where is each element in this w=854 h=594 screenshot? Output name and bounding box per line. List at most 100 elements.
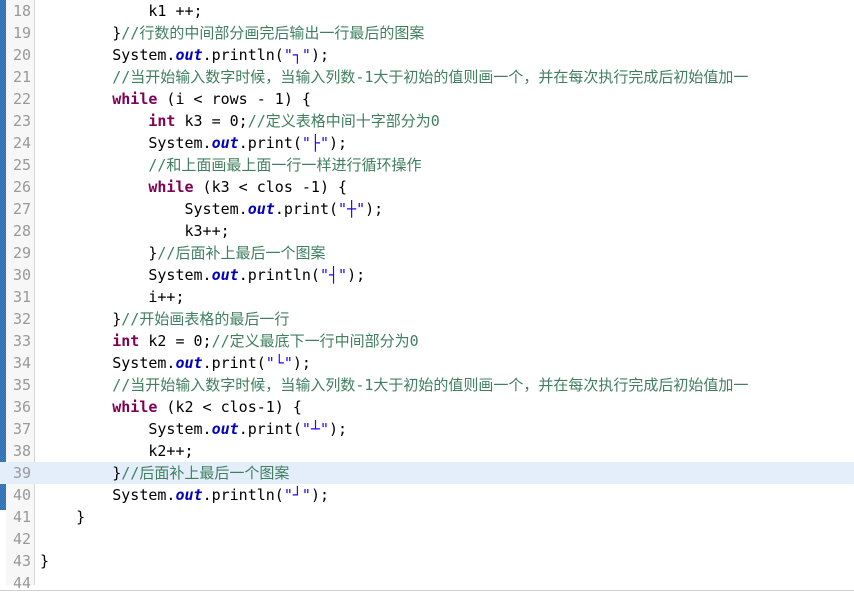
token-cmt: //定义最底下一行中间部分为0 [212,332,419,350]
line-number[interactable]: 18 [6,0,31,22]
code-line-text[interactable]: System.out.print("┴"); [40,418,347,440]
line-number[interactable]: 41 [6,506,31,528]
code-line-text[interactable]: k2++; [40,440,194,462]
code-line[interactable]: 26 while (k3 < clos -1) { [0,176,854,198]
code-line-text[interactable]: System.out.println("┐"); [40,44,329,66]
line-number[interactable]: 37 [6,418,31,440]
token-fld: out [212,134,239,152]
token-pln: (i < rows - 1) { [157,90,311,108]
code-line-text[interactable]: System.out.println("┤"); [40,264,365,286]
code-line[interactable]: 29 }//后面补上最后一个图案 [0,242,854,264]
code-line[interactable]: 34 System.out.print("└"); [0,352,854,374]
token-pln: System. [40,486,175,504]
code-line-text[interactable]: System.out.print("└"); [40,352,311,374]
code-line[interactable]: 20 System.out.println("┐"); [0,44,854,66]
token-pln: } [40,508,85,526]
code-line[interactable]: 21 //当开始输入数字时候，当输入列数-1大于初始的值则画一个，并在每次执行完… [0,66,854,88]
code-line[interactable]: 18 k1 ++; [0,0,854,22]
line-number[interactable]: 29 [6,242,31,264]
line-number[interactable]: 25 [6,154,31,176]
token-pln [40,90,112,108]
code-line-text[interactable]: }//行数的中间部分画完后输出一行最后的图案 [40,22,424,44]
code-line-text[interactable]: //和上面画最上面一行一样进行循环操作 [40,154,421,176]
token-fld: out [212,420,239,438]
code-line[interactable]: 23 int k3 = 0;//定义表格中间十字部分为0 [0,110,854,132]
code-line-text[interactable]: i++; [40,286,185,308]
code-line-text[interactable]: }//开始画表格的最后一行 [40,308,289,330]
code-line[interactable]: 22 while (i < rows - 1) { [0,88,854,110]
code-line[interactable]: 41 } [0,506,854,528]
code-line[interactable]: 27 System.out.print("┼"); [0,198,854,220]
code-lines-container[interactable]: 18 k1 ++;19 }//行数的中间部分画完后输出一行最后的图案20 Sys… [0,0,854,594]
line-number[interactable]: 43 [6,550,31,572]
code-line-text[interactable]: }//后面补上最后一个图案 [40,242,325,264]
line-number[interactable]: 28 [6,220,31,242]
token-pln: k3++; [40,222,230,240]
line-number[interactable]: 31 [6,286,31,308]
token-str: "┼" [338,200,365,218]
code-line[interactable]: 37 System.out.print("┴"); [0,418,854,440]
line-number[interactable]: 32 [6,308,31,330]
code-line-text[interactable]: System.out.println("┘"); [40,484,329,506]
line-number[interactable]: 40 [6,484,31,506]
token-pln: ); [329,134,347,152]
token-pln [40,398,112,416]
code-line[interactable]: 28 k3++; [0,220,854,242]
code-line-text[interactable]: //当开始输入数字时候，当输入列数-1大于初始的值则画一个，并在每次执行完成后初… [40,66,748,88]
line-number[interactable]: 36 [6,396,31,418]
line-number[interactable]: 26 [6,176,31,198]
token-cmt: //行数的中间部分画完后输出一行最后的图案 [121,24,424,42]
token-pln: } [40,552,49,570]
token-str: "┐" [284,46,311,64]
token-pln: .println( [203,46,284,64]
line-number[interactable]: 24 [6,132,31,154]
line-number[interactable]: 22 [6,88,31,110]
line-number[interactable]: 35 [6,374,31,396]
code-line[interactable]: 38 k2++; [0,440,854,462]
code-line[interactable]: 40 System.out.println("┘"); [0,484,854,506]
code-line-text[interactable]: System.out.print("├"); [40,132,347,154]
code-line-text[interactable]: } [40,506,85,528]
code-line-text[interactable]: }//后面补上最后一个图案 [40,462,289,484]
code-line[interactable]: 24 System.out.print("├"); [0,132,854,154]
line-number[interactable]: 30 [6,264,31,286]
line-number[interactable]: 42 [6,528,31,550]
code-line[interactable]: 43} [0,550,854,572]
code-line-text[interactable]: k1 ++; [40,0,203,22]
line-number[interactable]: 33 [6,330,31,352]
code-line-text[interactable]: k3++; [40,220,230,242]
line-number[interactable]: 34 [6,352,31,374]
line-number[interactable]: 23 [6,110,31,132]
code-line[interactable]: 39 }//后面补上最后一个图案 [0,462,854,484]
code-line[interactable]: 42 [0,528,854,550]
token-str: "├" [302,134,329,152]
code-line[interactable]: 25 //和上面画最上面一行一样进行循环操作 [0,154,854,176]
token-fld: out [248,200,275,218]
line-number[interactable]: 39 [6,462,31,484]
code-line[interactable]: 32 }//开始画表格的最后一行 [0,308,854,330]
line-number[interactable]: 20 [6,44,31,66]
code-line-text[interactable]: int k2 = 0;//定义最底下一行中间部分为0 [40,330,419,352]
line-number[interactable]: 19 [6,22,31,44]
code-line-text[interactable]: while (k3 < clos -1) { [40,176,347,198]
code-editor[interactable]: 18 k1 ++;19 }//行数的中间部分画完后输出一行最后的图案20 Sys… [0,0,854,591]
line-number[interactable]: 27 [6,198,31,220]
code-line[interactable]: 31 i++; [0,286,854,308]
code-line[interactable]: 36 while (k2 < clos-1) { [0,396,854,418]
line-number[interactable]: 38 [6,440,31,462]
code-line-text[interactable]: while (i < rows - 1) { [40,88,311,110]
code-line-text[interactable]: System.out.print("┼"); [40,198,383,220]
code-line[interactable]: 19 }//行数的中间部分画完后输出一行最后的图案 [0,22,854,44]
token-pln [40,112,148,130]
code-line[interactable]: 33 int k2 = 0;//定义最底下一行中间部分为0 [0,330,854,352]
line-number[interactable]: 21 [6,66,31,88]
code-line-text[interactable]: //当开始输入数字时候，当输入列数-1大于初始的值则画一个，并在每次执行完成后初… [40,374,748,396]
token-pln: System. [40,200,248,218]
code-line-text[interactable]: int k3 = 0;//定义表格中间十字部分为0 [40,110,440,132]
code-line[interactable]: 30 System.out.println("┤"); [0,264,854,286]
code-line-text[interactable]: while (k2 < clos-1) { [40,396,302,418]
token-kw: int [148,112,175,130]
token-fld: out [175,46,202,64]
code-line-text[interactable]: } [40,550,49,572]
code-line[interactable]: 35 //当开始输入数字时候，当输入列数-1大于初始的值则画一个，并在每次执行完… [0,374,854,396]
